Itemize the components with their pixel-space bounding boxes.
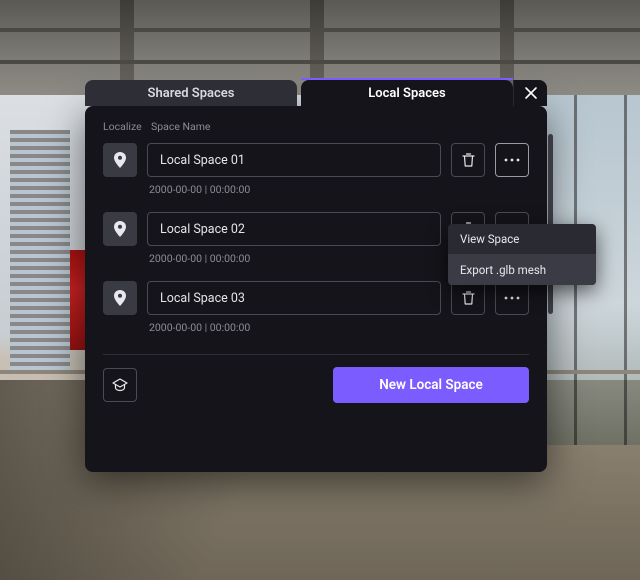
space-row: Local Space 03 <box>103 281 529 315</box>
bg-red-column <box>70 250 86 350</box>
new-local-space-button[interactable]: New Local Space <box>333 367 529 403</box>
bg-building <box>10 130 70 370</box>
menu-item-export-label: Export .glb mesh <box>460 263 546 277</box>
space-name-field[interactable]: Local Space 02 <box>147 212 441 246</box>
trash-icon <box>462 291 475 305</box>
pin-icon <box>113 221 127 237</box>
localize-button[interactable] <box>103 143 137 177</box>
column-headers: Localize Space Name <box>103 120 529 133</box>
tab-local-spaces[interactable]: Local Spaces <box>301 80 513 106</box>
localize-button[interactable] <box>103 281 137 315</box>
panel-content: Localize Space Name Local Space 01 <box>85 106 547 472</box>
delete-button[interactable] <box>451 281 485 315</box>
menu-item-view-space[interactable]: View Space <box>448 224 596 254</box>
help-button[interactable] <box>103 368 137 402</box>
more-button[interactable] <box>495 143 529 177</box>
tab-shared-label: Shared Spaces <box>148 86 235 101</box>
menu-item-view-label: View Space <box>460 232 519 246</box>
delete-button[interactable] <box>451 143 485 177</box>
space-name-text: Local Space 03 <box>160 291 245 306</box>
tab-active-accent <box>301 78 513 80</box>
trash-icon <box>462 153 475 167</box>
more-icon <box>504 296 520 300</box>
new-local-space-label: New Local Space <box>379 377 483 393</box>
pin-icon <box>113 290 127 306</box>
tab-local-label: Local Spaces <box>368 86 445 101</box>
close-button[interactable] <box>513 80 547 106</box>
space-row: Local Space 01 <box>103 143 529 177</box>
localize-button[interactable] <box>103 212 137 246</box>
spaces-panel: Shared Spaces Local Spaces Localize Spac… <box>85 106 547 472</box>
space-name-field[interactable]: Local Space 03 <box>147 281 441 315</box>
graduation-cap-icon <box>112 378 128 392</box>
footer-divider <box>103 354 529 355</box>
space-timestamp: 2000-00-00 | 00:00:00 <box>149 321 529 334</box>
space-name-text: Local Space 01 <box>160 153 245 168</box>
more-icon <box>504 158 520 162</box>
more-button[interactable] <box>495 281 529 315</box>
column-header-localize: Localize <box>103 120 137 133</box>
pin-icon <box>113 152 127 168</box>
context-menu: View Space Export .glb mesh <box>448 224 596 285</box>
space-name-field[interactable]: Local Space 01 <box>147 143 441 177</box>
close-icon <box>524 86 538 100</box>
space-name-text: Local Space 02 <box>160 222 245 237</box>
column-header-space-name: Space Name <box>151 120 211 133</box>
menu-item-export-glb[interactable]: Export .glb mesh <box>448 255 596 285</box>
tab-shared-spaces[interactable]: Shared Spaces <box>85 80 297 106</box>
tabs-bar: Shared Spaces Local Spaces <box>85 80 547 106</box>
space-timestamp: 2000-00-00 | 00:00:00 <box>149 183 529 196</box>
panel-footer: New Local Space <box>103 367 529 403</box>
